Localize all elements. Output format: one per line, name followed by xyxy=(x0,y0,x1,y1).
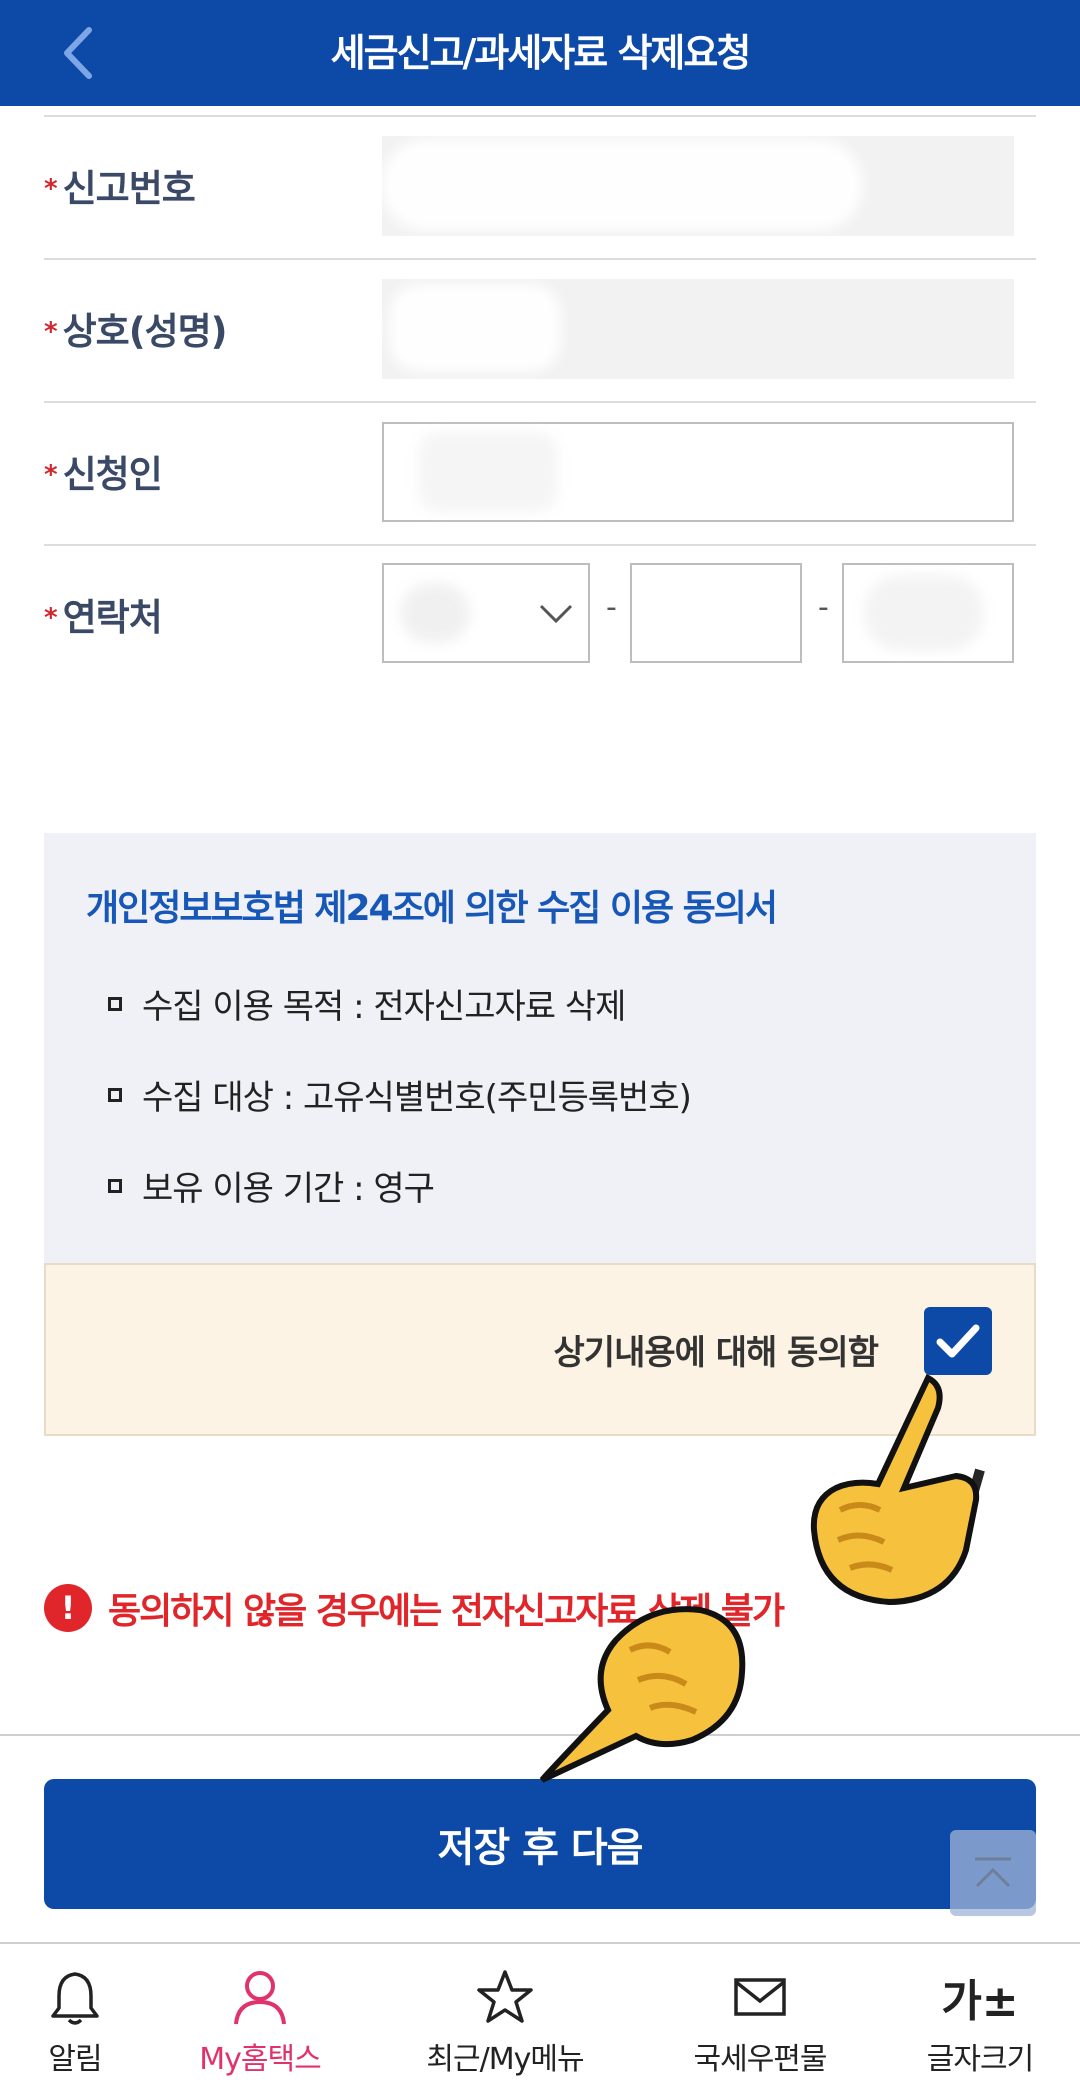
report-number-label-text: 신고번호 xyxy=(62,167,196,210)
chevron-down-icon xyxy=(539,604,573,624)
nav-item-alerts[interactable]: 알림 xyxy=(0,1944,150,2086)
page-title: 세금신고/과세자료 삭제요청 xyxy=(330,31,752,75)
nav-label: My홈택스 xyxy=(199,2042,321,2077)
phone-area-code-select[interactable] xyxy=(382,563,590,663)
required-mark: * xyxy=(44,460,58,490)
square-bullet-icon xyxy=(108,996,122,1011)
scroll-top-button[interactable] xyxy=(950,1830,1036,1916)
consent-panel: 개인정보보호법 제24조에 의한 수집 이용 동의서 수집 이용 목적 : 전자… xyxy=(44,833,1036,1263)
exclamation-icon: ! xyxy=(44,1584,92,1632)
required-mark: * xyxy=(44,317,58,347)
applicant-label: * 신청인 xyxy=(44,403,163,546)
bell-icon xyxy=(51,1972,99,2025)
square-bullet-icon xyxy=(108,1178,122,1193)
redacted-mask xyxy=(864,575,984,651)
checkmark-icon xyxy=(936,1324,980,1358)
scroll-top-icon xyxy=(975,1857,1011,1888)
nav-label: 최근/My메뉴 xyxy=(426,2042,584,2077)
user-icon xyxy=(234,1971,286,2025)
redacted-mask xyxy=(400,583,470,643)
contact-label-text: 연락처 xyxy=(62,596,163,639)
phone-last-input[interactable] xyxy=(842,563,1014,663)
consent-item: 보유 이용 기간 : 영구 xyxy=(108,1161,435,1210)
consent-item-text: 수집 이용 목적 : 전자신고자료 삭제 xyxy=(142,987,626,1027)
nav-item-font-size[interactable]: 가± 글자크기 xyxy=(880,1944,1080,2086)
font-size-icon: 가± xyxy=(941,1976,1019,2027)
company-name-label: * 상호(성명) xyxy=(44,260,228,403)
nav-item-tax-mail[interactable]: 국세우편물 xyxy=(640,1944,880,2086)
bottom-nav: 알림 My홈택스 최근/My메뉴 국세우편물 가± 글자크기 xyxy=(0,1942,1080,2086)
pointing-down-hand-icon xyxy=(539,1606,746,1783)
nav-label: 글자크기 xyxy=(926,2042,1034,2077)
redacted-mask xyxy=(382,140,862,230)
nav-item-recent-my-menu[interactable]: 최근/My메뉴 xyxy=(370,1944,640,2086)
consent-item: 수집 대상 : 고유식별번호(주민등록번호) xyxy=(108,1070,692,1119)
nav-label: 알림 xyxy=(48,2042,102,2077)
consent-item-text: 수집 대상 : 고유식별번호(주민등록번호) xyxy=(142,1078,692,1118)
phone-middle-input[interactable] xyxy=(630,563,802,663)
square-bullet-icon xyxy=(108,1087,122,1102)
redacted-mask xyxy=(390,285,560,371)
redacted-mask xyxy=(418,432,558,512)
applicant-input[interactable] xyxy=(382,422,1014,522)
mail-icon xyxy=(734,1978,786,2016)
phone-separator: - xyxy=(818,590,829,625)
consent-item-text: 보유 이용 기간 : 영구 xyxy=(142,1169,435,1209)
star-icon xyxy=(477,1970,533,2023)
phone-separator: - xyxy=(606,590,617,625)
report-number-label: * 신고번호 xyxy=(44,117,196,260)
required-mark: * xyxy=(44,603,58,633)
company-name-field xyxy=(382,279,1014,379)
save-next-button[interactable]: 저장 후 다음 xyxy=(44,1779,1036,1909)
nav-label: 국세우편물 xyxy=(693,2042,828,2077)
nav-item-my-hometax[interactable]: My홈택스 xyxy=(150,1944,370,2086)
consent-title: 개인정보보호법 제24조에 의한 수집 이용 동의서 xyxy=(86,888,778,929)
required-mark: * xyxy=(44,174,58,204)
applicant-label-text: 신청인 xyxy=(62,453,163,496)
contact-label: * 연락처 xyxy=(44,546,163,689)
consent-item: 수집 이용 목적 : 전자신고자료 삭제 xyxy=(108,979,626,1028)
app-header: 세금신고/과세자료 삭제요청 xyxy=(0,0,1080,106)
pointing-up-hand-icon xyxy=(810,1373,985,1606)
report-number-field xyxy=(382,136,1014,236)
company-name-label-text: 상호(성명) xyxy=(62,310,228,353)
